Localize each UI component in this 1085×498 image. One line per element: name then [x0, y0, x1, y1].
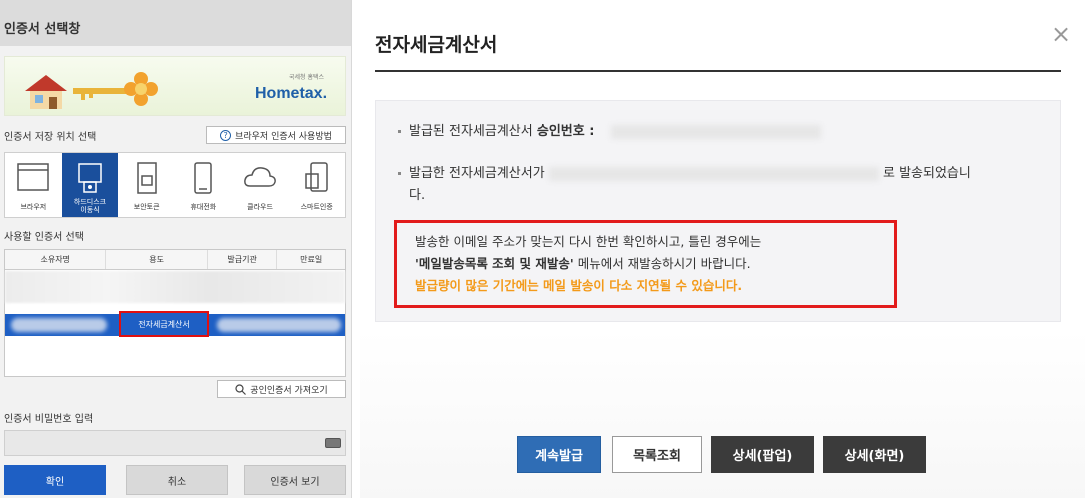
hometax-logo: 국세청 홈택스 Hometax. — [255, 74, 328, 102]
certificate-table: 소유자명 용도 발급기관 만료일 전자세금계산서 — [4, 249, 346, 377]
import-cert-button[interactable]: 공인인증서 가져오기 — [217, 380, 346, 398]
smart-auth-icon — [304, 162, 328, 192]
browser-cert-help-button[interactable]: ? 브라우저 인증서 사용방법 — [206, 126, 346, 144]
table-header: 소유자명 용도 발급기관 만료일 — [5, 250, 345, 270]
password-label: 인증서 비밀번호 입력 — [4, 414, 94, 425]
house-icon — [25, 75, 67, 109]
close-icon[interactable]: × — [1051, 22, 1071, 46]
cert-window-title: 인증서 선택창 — [0, 0, 351, 46]
column-header[interactable]: 용도 — [106, 250, 208, 269]
keyboard-icon[interactable] — [325, 438, 341, 448]
mobile-phone-icon — [194, 162, 213, 194]
select-cert-label: 사용할 인증서 선택 — [4, 232, 84, 243]
title-divider — [375, 70, 1061, 72]
certificate-window: 인증서 선택창 국세청 홈택스 Hometax. 인증서 저장 위치 선택 ? … — [0, 0, 352, 498]
detail-popup-button[interactable]: 상세(팝업) — [711, 436, 814, 473]
usb-drive-icon — [78, 163, 102, 193]
cloud-icon — [244, 167, 276, 187]
view-cert-button[interactable]: 인증서 보기 — [244, 465, 346, 495]
password-input[interactable] — [4, 430, 346, 456]
location-security-token[interactable]: 보안토큰 — [118, 153, 175, 217]
tax-invoice-dialog: 전자세금계산서 × 발급된 전자세금계산서 승인번호 : 발급한 전자세금계산서… — [360, 0, 1085, 498]
sent-email-line: 발급한 전자세금계산서가 로 발송되었습니 다. — [398, 163, 1048, 207]
list-view-button[interactable]: 목록조회 — [612, 436, 702, 473]
search-icon — [235, 383, 247, 395]
dialog-title: 전자세금계산서 — [375, 34, 498, 56]
ok-button[interactable]: 확인 — [4, 465, 106, 495]
storage-location-label: 인증서 저장 위치 선택 — [4, 132, 97, 143]
column-header[interactable]: 발급기관 — [208, 250, 278, 269]
browser-icon — [17, 163, 50, 191]
resend-notice: 발송한 이메일 주소가 맞는지 다시 한번 확인하시고, 틀린 경우에는 '메일… — [394, 220, 897, 308]
security-token-icon — [136, 162, 157, 194]
selected-usage-cell[interactable]: 전자세금계산서 — [119, 311, 209, 337]
storage-location-list: 브라우저 하드디스크 이동식 보안토큰 휴대전화 클라우드 스마트인증 — [4, 152, 346, 218]
column-header[interactable]: 소유자명 — [5, 250, 107, 269]
flower-icon — [124, 72, 158, 106]
column-header[interactable]: 만료일 — [277, 250, 345, 269]
question-icon: ? — [220, 129, 232, 141]
delay-warning: 발급량이 많은 기간에는 메일 발송이 다소 지연될 수 있습니다. — [415, 278, 743, 293]
location-cloud[interactable]: 클라우드 — [232, 153, 289, 217]
detail-screen-button[interactable]: 상세(화면) — [823, 436, 926, 473]
table-row[interactable] — [5, 271, 345, 303]
approval-number-line: 발급된 전자세금계산서 승인번호 : — [398, 121, 821, 143]
continue-issue-button[interactable]: 계속발급 — [517, 436, 601, 473]
cancel-button[interactable]: 취소 — [126, 465, 228, 495]
hometax-banner: 국세청 홈택스 Hometax. — [4, 56, 346, 116]
resend-menu-name: '메일발송목록 조회 및 재발송' — [415, 256, 574, 271]
location-mobile-phone[interactable]: 휴대전화 — [175, 153, 232, 217]
location-browser[interactable]: 브라우저 — [5, 153, 62, 217]
location-harddisk[interactable]: 하드디스크 이동식 — [61, 153, 119, 217]
redacted-approval-number — [610, 124, 821, 139]
location-smart-auth[interactable]: 스마트인증 — [288, 153, 345, 217]
redacted-email — [548, 166, 879, 181]
